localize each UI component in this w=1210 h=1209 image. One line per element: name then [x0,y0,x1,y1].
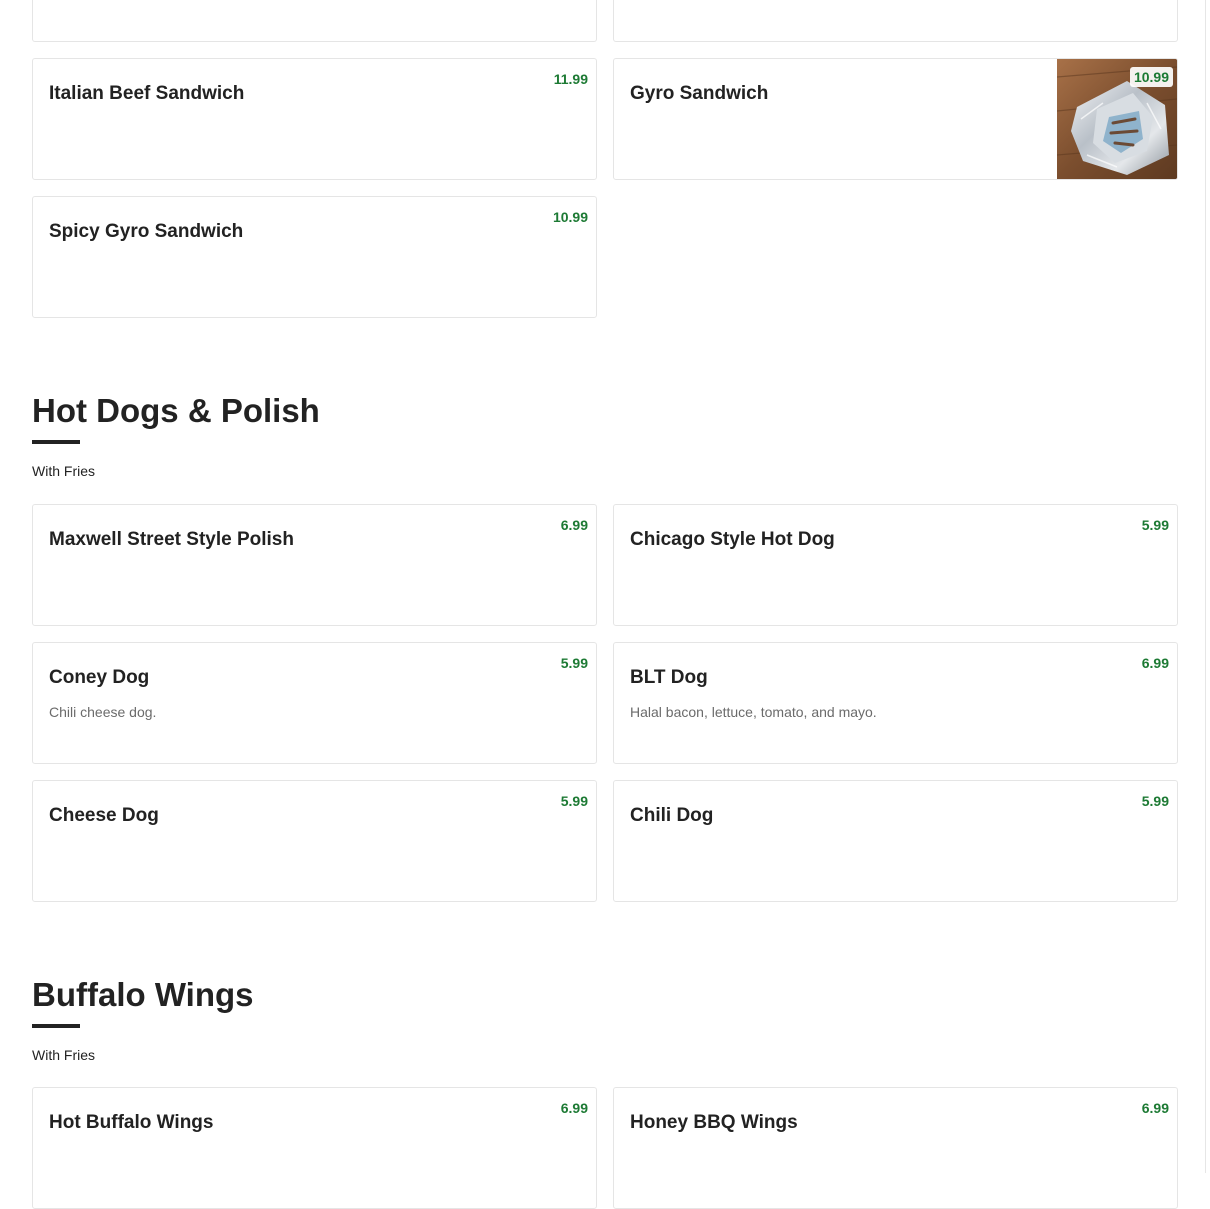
item-price: 6.99 [560,1100,588,1116]
item-name: Italian Beef Sandwich [49,83,245,104]
item-price: 5.99 [1141,517,1169,533]
item-price: 5.99 [1141,793,1169,809]
item-price: 6.99 [560,517,588,533]
menu-item-card[interactable]: Coney Dog Chili cheese dog. 5.99 [32,642,597,764]
menu-item-card[interactable]: Honey BBQ Wings 6.99 [613,1087,1178,1209]
section-divider [32,440,80,444]
item-name: Honey BBQ Wings [630,1112,798,1133]
menu-item-card[interactable]: Gyro Sandwich 10.99 [613,58,1178,180]
item-description: Halal bacon, lettuce, tomato, and mayo. [630,704,877,720]
menu-item-card[interactable]: Chicago Style Hot Dog 5.99 [613,504,1178,626]
item-price: 5.99 [560,793,588,809]
menu-item-card[interactable] [613,0,1178,42]
hot-dogs-grid: Maxwell Street Style Polish 6.99 Chicago… [32,504,1178,902]
item-price: 10.99 [552,209,588,225]
section-subtitle: With Fries [32,1047,95,1063]
item-price: 11.99 [553,71,588,87]
item-name: Gyro Sandwich [630,83,769,104]
item-name: Cheese Dog [49,805,159,826]
item-price: 6.99 [1141,655,1169,671]
section-divider [32,1024,80,1028]
menu-item-card[interactable]: Hot Buffalo Wings 6.99 [32,1087,597,1209]
item-price: 5.99 [560,655,588,671]
item-name: Spicy Gyro Sandwich [49,221,244,242]
item-photo: 10.99 [1057,59,1177,179]
menu-item-card[interactable]: Chili Dog 5.99 [613,780,1178,902]
item-name: Coney Dog [49,667,150,688]
item-name: Hot Buffalo Wings [49,1112,214,1133]
menu-item-card[interactable]: BLT Dog Halal bacon, lettuce, tomato, an… [613,642,1178,764]
item-name: Chili Dog [630,805,714,826]
item-name: Maxwell Street Style Polish [49,529,294,550]
menu-item-card[interactable]: Maxwell Street Style Polish 6.99 [32,504,597,626]
item-price: 6.99 [1141,1100,1169,1116]
sandwiches-grid: Italian Beef Sandwich 11.99 Gyro Sandwic… [32,0,1178,318]
section-title: Buffalo Wings [32,976,254,1013]
item-name: BLT Dog [630,667,708,688]
section-header: Buffalo Wings With Fries [32,976,1178,1063]
item-name: Chicago Style Hot Dog [630,529,835,550]
item-price: 10.99 [1129,67,1173,87]
scrollbar-edge [1205,0,1206,1173]
section-header: Hot Dogs & Polish With Fries [32,392,1178,479]
buffalo-wings-grid: Hot Buffalo Wings 6.99 Honey BBQ Wings 6… [32,1087,1178,1209]
menu-item-card[interactable] [32,0,597,42]
menu-item-card[interactable]: Italian Beef Sandwich 11.99 [32,58,597,180]
menu-item-card[interactable]: Cheese Dog 5.99 [32,780,597,902]
menu-item-card[interactable]: Spicy Gyro Sandwich 10.99 [32,196,597,318]
item-description: Chili cheese dog. [49,704,157,720]
section-title: Hot Dogs & Polish [32,392,320,429]
section-subtitle: With Fries [32,463,95,479]
